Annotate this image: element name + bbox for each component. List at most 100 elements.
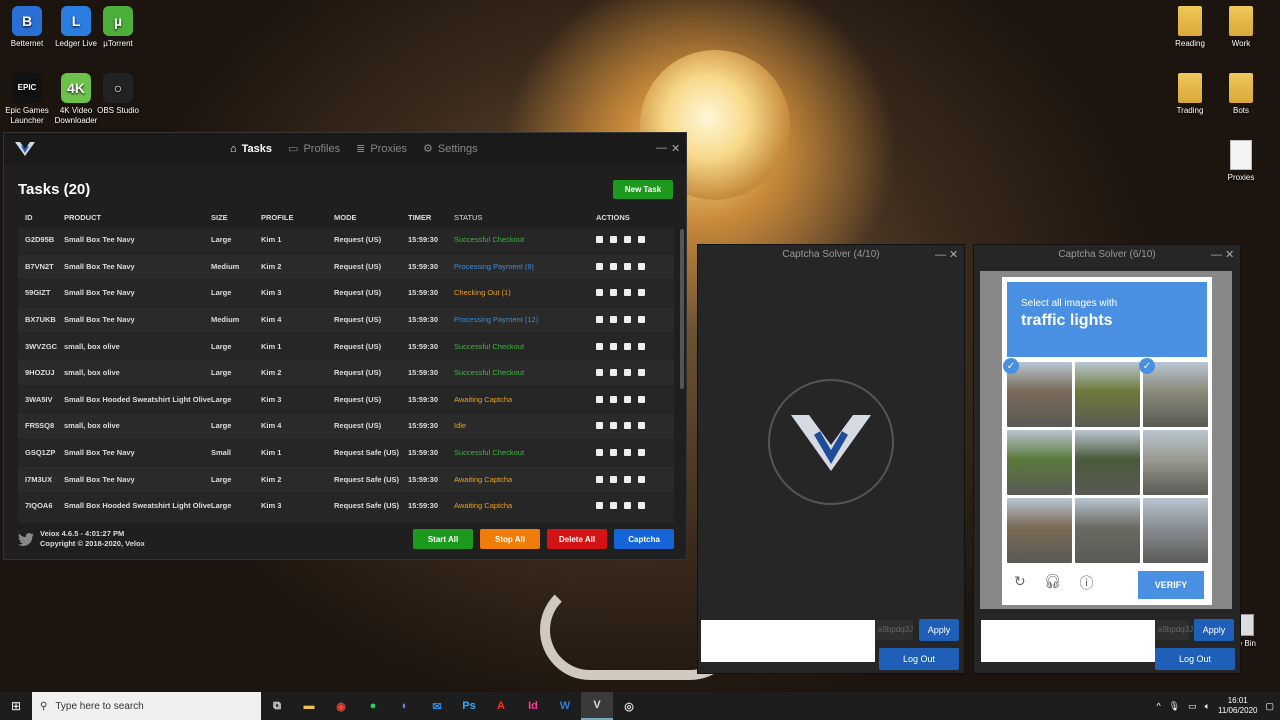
clock[interactable]: 16:01 11/06/2020 bbox=[1218, 696, 1257, 716]
audio-icon[interactable]: 🎧︎ bbox=[1044, 573, 1062, 593]
close-button[interactable]: ✕ bbox=[949, 245, 958, 265]
play-icon[interactable] bbox=[596, 449, 603, 457]
edit-icon[interactable] bbox=[610, 369, 617, 377]
minimize-button[interactable]: — bbox=[656, 142, 667, 154]
notifications-icon[interactable]: ▢ bbox=[1265, 701, 1274, 712]
play-icon[interactable] bbox=[596, 475, 603, 483]
twitter-icon[interactable] bbox=[18, 533, 34, 546]
obs-taskbar-icon[interactable]: ◎ bbox=[613, 692, 645, 720]
velox-taskbar-icon[interactable]: V bbox=[581, 692, 613, 720]
edit-icon[interactable] bbox=[610, 422, 617, 430]
play-icon[interactable] bbox=[596, 422, 603, 430]
delete-icon[interactable] bbox=[638, 422, 645, 430]
tab-tasks[interactable]: ⌂ Tasks bbox=[230, 142, 272, 155]
delete-icon[interactable] bbox=[638, 395, 645, 403]
delete-icon[interactable] bbox=[638, 369, 645, 377]
edit-icon[interactable] bbox=[610, 316, 617, 324]
captcha-tile[interactable]: ✓ bbox=[1003, 358, 1072, 427]
search-box[interactable]: ⚲ Type here to search bbox=[32, 692, 261, 720]
desktop-icon[interactable]: B Betternet bbox=[4, 6, 50, 49]
captcha-button[interactable]: Captcha bbox=[614, 529, 674, 549]
delete-icon[interactable] bbox=[638, 236, 645, 244]
verify-button[interactable]: VERIFY bbox=[1138, 571, 1204, 599]
play-icon[interactable] bbox=[596, 316, 603, 324]
edit-icon[interactable] bbox=[610, 475, 617, 483]
windows-start-icon[interactable]: ⊞ bbox=[0, 692, 32, 720]
copy-icon[interactable] bbox=[624, 262, 631, 270]
edit-icon[interactable] bbox=[610, 236, 617, 244]
captcha-tile[interactable] bbox=[1007, 498, 1072, 563]
table-row[interactable]: 7IQOA6 Small Box Hooded Sweatshirt Light … bbox=[18, 493, 674, 520]
edit-icon[interactable] bbox=[610, 449, 617, 457]
desktop-icon[interactable]: L Ledger Live bbox=[53, 6, 99, 49]
play-icon[interactable] bbox=[596, 262, 603, 270]
apply-button[interactable]: Apply bbox=[919, 619, 959, 641]
delete-icon[interactable] bbox=[638, 475, 645, 483]
file-explorer-icon[interactable]: ▬ bbox=[293, 692, 325, 720]
close-button[interactable]: ✕ bbox=[671, 142, 680, 155]
delete-icon[interactable] bbox=[638, 289, 645, 297]
copy-icon[interactable] bbox=[624, 289, 631, 297]
mail-icon[interactable]: ✉ bbox=[421, 692, 453, 720]
captcha-tile[interactable] bbox=[1143, 430, 1208, 495]
captcha-tile[interactable]: ✓ bbox=[1139, 358, 1208, 427]
desktop-icon[interactable]: ○ OBS Studio bbox=[95, 73, 141, 116]
volume-icon[interactable]: 🔈︎ bbox=[1205, 701, 1210, 712]
tab-proxies[interactable]: ≣ Proxies bbox=[356, 142, 407, 156]
chrome-icon[interactable]: ◉ bbox=[325, 692, 357, 720]
copy-icon[interactable] bbox=[624, 422, 631, 430]
minimize-button[interactable]: — bbox=[1211, 245, 1222, 265]
copy-icon[interactable] bbox=[624, 316, 631, 324]
desktop-icon[interactable]: 4K 4K Video Downloader bbox=[53, 73, 99, 126]
copy-icon[interactable] bbox=[624, 236, 631, 244]
microphone-icon[interactable]: 🎙︎ bbox=[1169, 701, 1180, 712]
info-icon[interactable]: ⓘ bbox=[1080, 573, 1094, 593]
edit-icon[interactable] bbox=[610, 289, 617, 297]
delete-icon[interactable] bbox=[638, 502, 645, 510]
play-icon[interactable] bbox=[596, 395, 603, 403]
table-row[interactable]: FR5SQ8 small, box olive Large Kim 4 Request … bbox=[18, 413, 674, 440]
key-field[interactable]: a9bpdq3J bbox=[875, 620, 913, 640]
delete-icon[interactable] bbox=[638, 342, 645, 350]
table-row[interactable]: B7VN2T Small Box Tee Navy Medium Kim 2 Reque… bbox=[18, 253, 674, 281]
log-out-button[interactable]: Log Out bbox=[879, 648, 959, 670]
key-field[interactable]: a9bpdq3J bbox=[1155, 620, 1193, 640]
task-view-icon[interactable]: ⧉ bbox=[261, 692, 293, 720]
play-icon[interactable] bbox=[596, 369, 603, 377]
table-row[interactable]: 3WVZGC small, box olive Large Kim 1 Request … bbox=[18, 333, 674, 360]
table-row[interactable]: 59GIZT Small Box Tee Navy Large Kim 3 Reques… bbox=[18, 280, 674, 307]
chevron-up-icon[interactable]: ^ bbox=[1156, 701, 1160, 711]
captcha-tile[interactable] bbox=[1075, 430, 1140, 495]
copy-icon[interactable] bbox=[624, 395, 631, 403]
desktop-icon[interactable]: µ µTorrent bbox=[95, 6, 141, 49]
table-row[interactable]: 9HOZUJ small, box olive Large Kim 2 Request … bbox=[18, 359, 674, 387]
copy-icon[interactable] bbox=[624, 369, 631, 377]
apply-button[interactable]: Apply bbox=[1194, 619, 1234, 641]
stop-all-button[interactable]: Stop All bbox=[480, 529, 540, 549]
desktop-icon[interactable]: Bots bbox=[1211, 73, 1271, 116]
start-all-button[interactable]: Start All bbox=[413, 529, 473, 549]
edit-icon[interactable] bbox=[610, 342, 617, 350]
acrobat-icon[interactable]: A bbox=[485, 692, 517, 720]
tab-profiles[interactable]: ▭ Profiles bbox=[288, 142, 340, 156]
copy-icon[interactable] bbox=[624, 342, 631, 350]
table-row[interactable]: I7M3UX Small Box Tee Navy Large Kim 2 Reques… bbox=[18, 466, 674, 493]
captcha-tile[interactable] bbox=[1075, 498, 1140, 563]
desktop-icon[interactable]: EPIC Epic Games Launcher bbox=[4, 73, 50, 126]
play-icon[interactable] bbox=[596, 289, 603, 297]
table-row[interactable]: GSQ1ZP Small Box Tee Navy Small Kim 1 Reques… bbox=[18, 440, 674, 467]
delete-icon[interactable] bbox=[638, 262, 645, 270]
table-row[interactable]: G2D95B Small Box Tee Navy Large Kim 1 Reques… bbox=[18, 227, 674, 254]
minimize-button[interactable]: — bbox=[935, 245, 946, 265]
edit-icon[interactable] bbox=[610, 502, 617, 510]
table-row[interactable]: BX7UKB Small Box Tee Navy Medium Kim 4 Reque… bbox=[18, 306, 674, 334]
log-out-button[interactable]: Log Out bbox=[1155, 648, 1235, 670]
play-icon[interactable] bbox=[596, 502, 603, 510]
table-row[interactable]: 3WA5IV Small Box Hooded Sweatshirt Light … bbox=[18, 387, 674, 414]
reload-icon[interactable]: ↻ bbox=[1014, 573, 1026, 593]
delete-all-button[interactable]: Delete All bbox=[547, 529, 607, 549]
edit-icon[interactable] bbox=[610, 395, 617, 403]
play-icon[interactable] bbox=[596, 236, 603, 244]
copy-icon[interactable] bbox=[624, 449, 631, 457]
edit-icon[interactable] bbox=[610, 262, 617, 270]
